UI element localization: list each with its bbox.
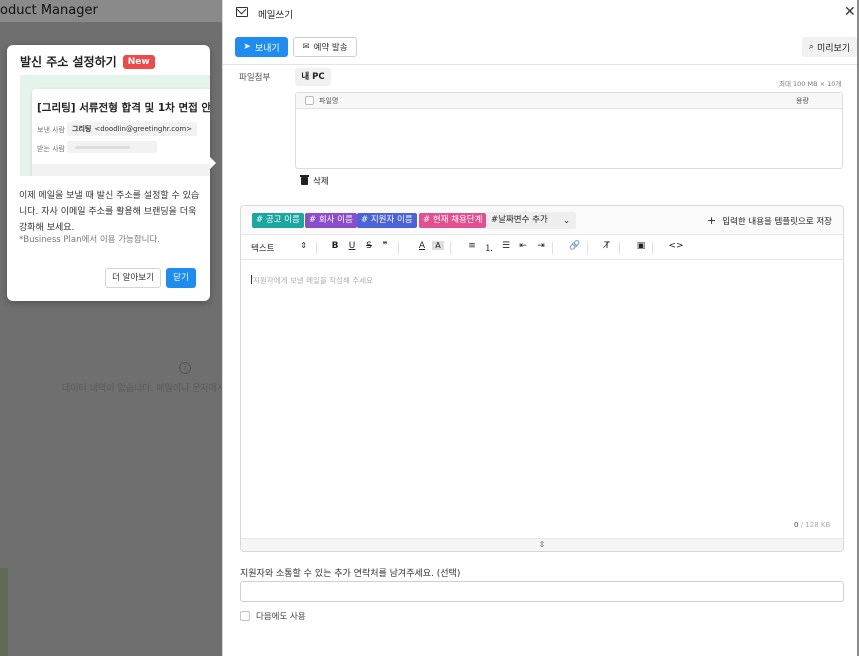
send-icon: ➤: [243, 42, 251, 52]
attachment-limit: 최대 100 MB × 10개: [779, 80, 842, 88]
variable-chip-applicant-name[interactable]: # 지원자 이름: [357, 213, 417, 228]
toolbar-divider: [450, 242, 451, 254]
text-style-select[interactable]: 텍스트 ⇕: [251, 241, 307, 254]
text-style-value: 텍스트: [251, 244, 275, 254]
column-file-size: 용량: [796, 97, 809, 105]
mail-editor: # 공고 이름 # 회사 이름 # 지원자 이름 # 현재 채용단계 #날짜변수…: [240, 205, 844, 552]
save-as-template-label: 입력한 내용을 템플릿으로 저장: [722, 217, 832, 227]
toolbar-divider: [652, 242, 653, 254]
background-strip: [0, 568, 8, 656]
delete-file-button[interactable]: 삭제: [300, 175, 329, 187]
file-list-header: 파일명 용량: [296, 93, 842, 109]
character-count: 0 / 128 KB: [794, 521, 830, 529]
save-as-template-button[interactable]: + 입력한 내용을 템플릿으로 저장: [707, 214, 832, 227]
link-icon[interactable]: 🔗: [569, 241, 581, 251]
char-count-max: / 128 KB: [800, 521, 831, 529]
popover-title: 발신 주소 설정하기: [20, 55, 117, 69]
preview-receiver-placeholder: [67, 141, 157, 153]
popover-close-button[interactable]: 닫기: [166, 268, 196, 288]
mail-icon: [236, 7, 248, 17]
divider: [223, 64, 859, 65]
editor-resize-handle[interactable]: ⇕: [241, 538, 843, 551]
clear-format-icon[interactable]: T̸: [601, 241, 613, 251]
modal-header: 메일쓰기 ✕: [223, 0, 859, 28]
app-title: oduct Manager: [0, 0, 222, 22]
select-all-checkbox[interactable]: [305, 96, 314, 105]
learn-more-button[interactable]: 더 알아보기: [105, 268, 161, 288]
variable-chip-job-title[interactable]: # 공고 이름: [252, 213, 304, 228]
text-color-icon[interactable]: A: [416, 241, 428, 251]
variable-chip-current-stage[interactable]: # 현재 채용단계: [419, 213, 487, 228]
bold-icon[interactable]: B: [329, 241, 341, 251]
toolbar-divider: [619, 242, 620, 254]
char-count-current: 0: [794, 521, 799, 529]
attachment-label: 파일첨부: [239, 73, 271, 83]
preview-label: 미리보기: [816, 43, 851, 54]
trash-icon: [300, 175, 309, 185]
contact-label: 지원자와 소통할 수 있는 추가 연락처를 남겨주세요. (선택): [240, 569, 461, 579]
chevron-down-icon: ⌄: [563, 216, 570, 225]
variable-chip-company-name[interactable]: # 회사 이름: [305, 213, 357, 228]
toolbar-divider: [587, 242, 588, 254]
column-file-name: 파일명: [319, 97, 339, 105]
format-toolbar: 텍스트 ⇕ B U S ❞ A A ≡ ⒈ ☰ ⇤ ⇥ 🔗 T̸ ▣ <>: [241, 236, 843, 260]
underline-icon[interactable]: U: [346, 241, 358, 251]
date-variable-label: #날짜변수 추가: [491, 215, 548, 225]
email-preview-illustration: [그리팅] 서류전형 합격 및 1차 면접 안내 보낸 사람 그리팅 <doodl…: [20, 75, 210, 176]
toolbar-divider: [398, 242, 399, 254]
schedule-send-button[interactable]: ✉ 예약 발송: [293, 37, 357, 57]
search-icon: ⌕: [808, 42, 814, 52]
schedule-mail-icon: ✉: [302, 42, 310, 52]
delete-label: 삭제: [313, 177, 329, 187]
reuse-option[interactable]: 다음에도 사용: [240, 610, 306, 622]
preview-sender-label: 보낸 사람: [37, 126, 65, 134]
sender-address-popover: 발신 주소 설정하기 New [그리팅] 서류전형 합격 및 1차 면접 안내 …: [7, 45, 216, 301]
send-label: 보내기: [254, 43, 280, 54]
contact-input[interactable]: [240, 581, 844, 602]
strikethrough-icon[interactable]: S: [363, 241, 375, 251]
close-icon[interactable]: ✕: [844, 4, 856, 20]
code-icon[interactable]: <>: [668, 241, 684, 251]
empty-state-text: 데이터 내역이 없습니다. 메일이나 문자메시지: [62, 384, 222, 394]
preview-card-footer: [32, 164, 210, 176]
image-icon[interactable]: ▣: [635, 241, 647, 251]
new-badge: New: [122, 54, 155, 69]
popover-description: 이제 메일을 보낼 때 발신 주소를 설정할 수 있습니다. 자사 이메일 주소…: [19, 191, 200, 233]
preview-subject: [그리팅] 서류전형 합격 및 1차 면접 안내: [37, 102, 210, 114]
reuse-checkbox[interactable]: [240, 611, 250, 621]
preview-receiver-label: 받는 사람: [37, 145, 65, 153]
indent-icon[interactable]: ⇥: [535, 241, 547, 251]
editor-placeholder: 지원자에게 보낼 메일을 작성해 주세요: [253, 276, 373, 285]
popover-arrow: [210, 157, 216, 169]
align-icon[interactable]: ≡: [466, 241, 478, 251]
send-button[interactable]: ➤ 보내기: [235, 37, 288, 57]
preview-sender: 그리팅 <doodlin@greetinghr.com>: [67, 122, 198, 136]
reuse-label: 다음에도 사용: [256, 612, 306, 622]
preview-sender-name: 그리팅: [72, 125, 92, 133]
tab-my-pc[interactable]: 내 PC: [295, 68, 331, 86]
file-list[interactable]: 파일명 용량: [295, 92, 843, 169]
bullet-list-icon[interactable]: ☰: [500, 241, 512, 251]
toolbar-divider: [316, 242, 317, 254]
schedule-label: 예약 발송: [313, 43, 348, 53]
popover-header: 발신 주소 설정하기 New: [20, 53, 155, 70]
quote-icon[interactable]: ❞: [379, 241, 391, 251]
select-arrows-icon: ⇕: [300, 241, 307, 250]
popover-plan-note: *Business Plan에서 이용 가능합니다.: [19, 235, 161, 245]
outdent-icon[interactable]: ⇤: [517, 241, 529, 251]
variable-bar: # 공고 이름 # 회사 이름 # 지원자 이름 # 현재 채용단계 #날짜변수…: [241, 206, 843, 235]
preview-button[interactable]: ⌕ 미리보기: [802, 37, 857, 57]
date-variable-dropdown[interactable]: #날짜변수 추가 ⌄: [486, 212, 576, 229]
email-preview-card: [그리팅] 서류전형 합격 및 1차 면접 안내 보낸 사람 그리팅 <doodl…: [32, 89, 210, 176]
info-icon: i: [179, 362, 191, 374]
editor-content[interactable]: 지원자에게 보낼 메일을 작성해 주세요: [241, 261, 843, 529]
plus-icon: +: [707, 214, 717, 227]
toolbar-divider: [552, 242, 553, 254]
highlight-icon[interactable]: A: [432, 241, 444, 250]
ordered-list-icon[interactable]: ⒈: [483, 241, 495, 254]
compose-mail-modal: 메일쓰기 ✕ ➤ 보내기 ✉ 예약 발송 ⌕ 미리보기 파일첨부 내 PC 최대…: [222, 0, 859, 656]
modal-title: 메일쓰기: [258, 10, 293, 21]
preview-sender-email: <doodlin@greetinghr.com>: [94, 125, 193, 133]
